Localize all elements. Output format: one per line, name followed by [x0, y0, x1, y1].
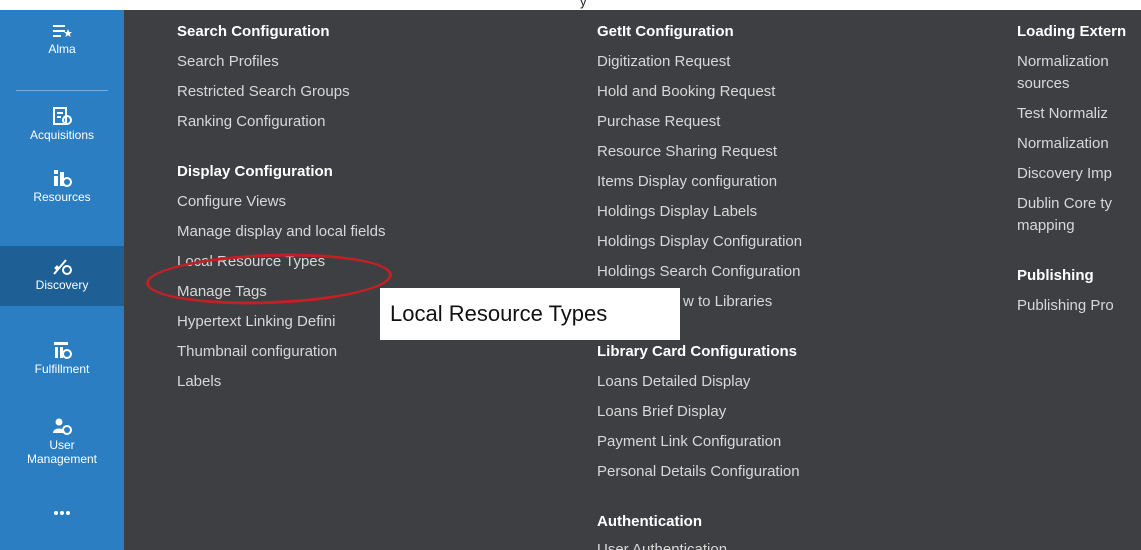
link-dublin-core-type[interactable]: Dublin Core ty	[1017, 195, 1112, 212]
alma-discovery-menu: Alma Acquisitions Resources Discovery Fu…	[0, 10, 1141, 550]
link-discovery-import[interactable]: Discovery Imp	[1017, 165, 1112, 182]
link-digitization-request[interactable]: Digitization Request	[597, 53, 730, 70]
nav-item-alma[interactable]: Alma	[0, 22, 124, 84]
nav-label-user: User	[49, 438, 75, 452]
link-payment-link-configuration[interactable]: Payment Link Configuration	[597, 433, 781, 450]
nav-label-resources: Resources	[33, 190, 91, 204]
link-configure-views[interactable]: Configure Views	[177, 193, 286, 210]
link-holdings-search-configuration[interactable]: Holdings Search Configuration	[597, 263, 800, 280]
link-mapping[interactable]: mapping	[1017, 217, 1075, 234]
nav-label-fulfillment: Fulfillment	[34, 362, 90, 376]
link-loans-brief-display[interactable]: Loans Brief Display	[597, 403, 726, 420]
heading-display-configuration: Display Configuration	[177, 163, 333, 180]
nav-label-discovery: Discovery	[35, 278, 89, 292]
nav-label-management: Management	[26, 452, 98, 466]
acquisitions-icon	[53, 107, 72, 125]
nav-item-user-management[interactable]: User Management	[0, 416, 124, 478]
alma-star-menu-icon	[53, 25, 72, 37]
fulfillment-icon	[54, 342, 72, 359]
link-test-normalization[interactable]: Test Normaliz	[1017, 105, 1108, 122]
link-normalization-2[interactable]: Normalization	[1017, 135, 1109, 152]
nav-item-more[interactable]	[0, 508, 124, 538]
link-local-resource-types[interactable]: Local Resource Types	[177, 253, 325, 270]
heading-getit-configuration: GetIt Configuration	[597, 23, 734, 40]
link-loans-detailed-display[interactable]: Loans Detailed Display	[597, 373, 750, 390]
resources-icon	[54, 170, 72, 187]
link-holdings-display-labels[interactable]: Holdings Display Labels	[597, 203, 757, 220]
left-navigation-rail: Alma Acquisitions Resources Discovery Fu…	[0, 10, 124, 550]
link-holdings-display-configuration[interactable]: Holdings Display Configuration	[597, 233, 802, 250]
link-sources[interactable]: sources	[1017, 75, 1070, 92]
nav-label-acquisitions: Acquisitions	[29, 128, 95, 142]
link-manage-display-local-fields[interactable]: Manage display and local fields	[177, 223, 385, 240]
link-purchase-request[interactable]: Purchase Request	[597, 113, 720, 130]
link-publishing-profiles[interactable]: Publishing Pro	[1017, 297, 1114, 314]
rail-separator	[16, 90, 108, 91]
heading-authentication: Authentication	[597, 513, 702, 530]
nav-item-discovery[interactable]: Discovery	[0, 246, 124, 306]
link-items-display-configuration[interactable]: Items Display configuration	[597, 173, 777, 190]
link-restricted-search-groups[interactable]: Restricted Search Groups	[177, 83, 350, 100]
link-labels[interactable]: Labels	[177, 373, 221, 390]
link-personal-details-configuration[interactable]: Personal Details Configuration	[597, 463, 800, 480]
link-hypertext-linking[interactable]: Hypertext Linking Defini	[177, 313, 335, 330]
heading-library-card-configurations: Library Card Configurations	[597, 343, 798, 360]
heading-publishing: Publishing	[1017, 267, 1094, 284]
link-thumbnail-configuration[interactable]: Thumbnail configuration	[177, 343, 337, 360]
link-ranking-configuration[interactable]: Ranking Configuration	[177, 113, 325, 130]
heading-search-configuration: Search Configuration	[177, 23, 330, 40]
link-hold-booking-request[interactable]: Hold and Booking Request	[597, 83, 775, 100]
link-show-to-libraries[interactable]: w to Libraries	[683, 293, 772, 310]
heading-loading-external: Loading Extern	[1017, 23, 1127, 40]
nav-item-resources[interactable]: Resources	[0, 168, 124, 230]
link-normalization-sources[interactable]: Normalization	[1017, 53, 1109, 70]
nav-label-alma: Alma	[48, 42, 76, 56]
link-resource-sharing-request[interactable]: Resource Sharing Request	[597, 143, 777, 160]
callout-label: Local Resource Types	[380, 288, 680, 340]
nav-item-acquisitions[interactable]: Acquisitions	[0, 106, 124, 158]
nav-item-fulfillment[interactable]: Fulfillment	[0, 340, 124, 392]
link-search-profiles[interactable]: Search Profiles	[177, 53, 279, 70]
user-management-icon	[53, 418, 72, 435]
discovery-icon	[53, 259, 72, 275]
top-text: y	[580, 0, 587, 9]
link-manage-tags[interactable]: Manage Tags	[177, 283, 267, 300]
more-dots-icon	[54, 511, 70, 515]
link-user-authentication[interactable]: User Authentication	[597, 541, 727, 550]
